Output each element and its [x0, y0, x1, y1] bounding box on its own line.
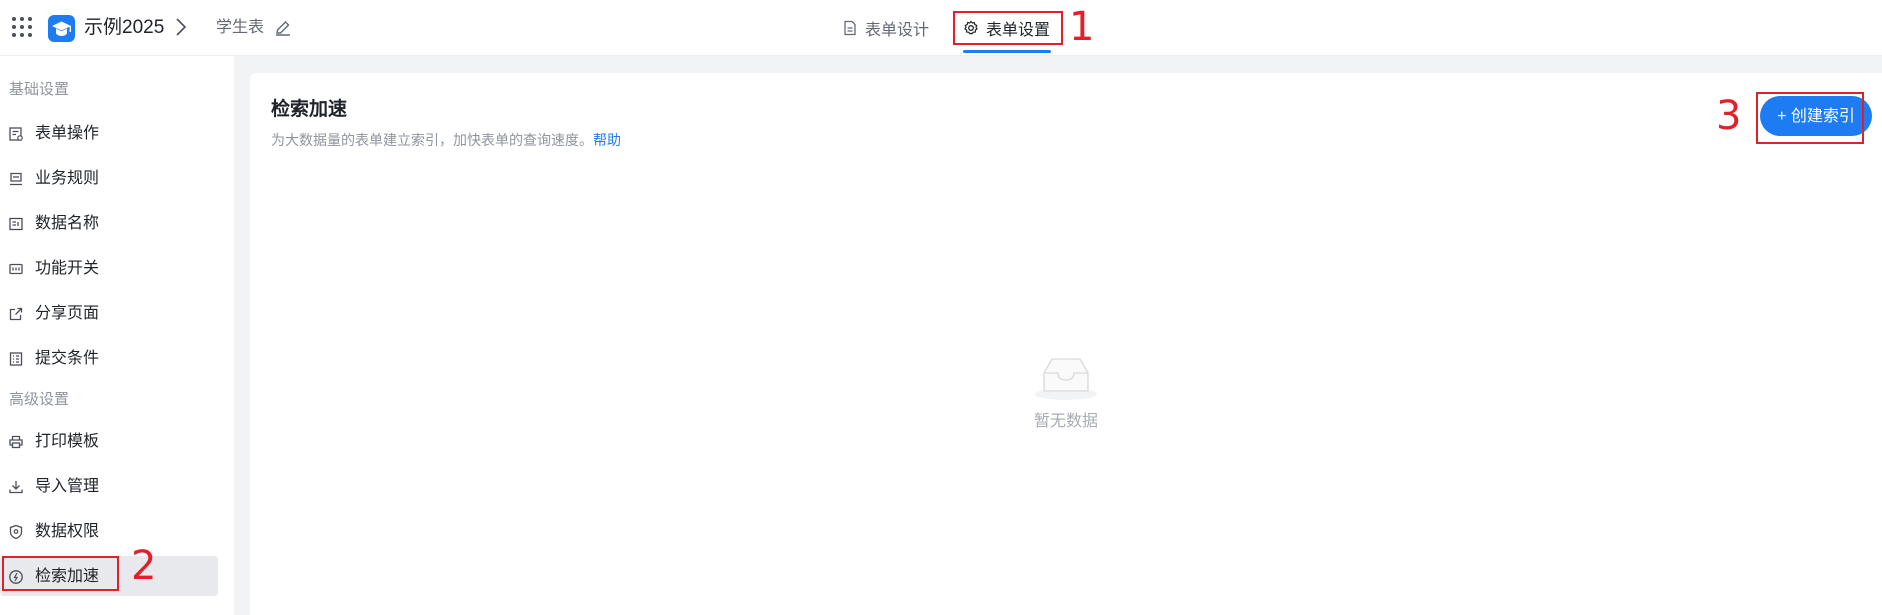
- app-logo-icon: [48, 15, 75, 42]
- document-icon: [844, 20, 856, 36]
- settings-sidebar: 基础设置 表单操作 业务规则 数据名称 功能开关 分享页面 提交条件 高级设置 …: [0, 56, 234, 615]
- sidebar-item-label: 业务规则: [35, 170, 100, 187]
- sidebar-item-label: 提交条件: [35, 350, 100, 367]
- sidebar-item-label: 打印模板: [35, 433, 100, 450]
- sidebar-item-label: 数据名称: [35, 215, 100, 232]
- data-name-icon: [9, 217, 23, 231]
- apps-grid-icon[interactable]: [12, 17, 32, 37]
- tab-form-design-label: 表单设计: [865, 22, 930, 39]
- help-link[interactable]: 帮助: [593, 132, 621, 148]
- empty-state-text: 暂无数据: [1033, 413, 1098, 430]
- description-text: 为大数据量的表单建立索引，加快表单的查询速度。: [271, 132, 593, 148]
- sidebar-item-label: 表单操作: [35, 125, 100, 142]
- sidebar-item-print-template[interactable]: 打印模板: [0, 421, 218, 461]
- sidebar-group-basic: 基础设置: [9, 81, 70, 98]
- page-name[interactable]: 学生表: [216, 17, 264, 39]
- annotation-number-3: 3: [1716, 93, 1742, 139]
- sidebar-item-share-page[interactable]: 分享页面: [0, 293, 218, 333]
- page-description: 为大数据量的表单建立索引，加快表单的查询速度。帮助: [271, 130, 621, 150]
- sidebar-item-label: 数据权限: [35, 523, 100, 540]
- sidebar-item-feature-switch[interactable]: 功能开关: [0, 248, 218, 288]
- sidebar-item-data-permissions[interactable]: 数据权限: [0, 511, 218, 551]
- shield-icon: [9, 524, 23, 540]
- page-title: 检索加速: [271, 99, 348, 120]
- sidebar-item-label: 分享页面: [35, 305, 100, 322]
- top-bar: 示例2025 学生表 表单设计 表单设置: [0, 0, 1882, 56]
- printer-icon: [9, 435, 23, 449]
- sidebar-item-business-rules[interactable]: 业务规则: [0, 158, 218, 198]
- sidebar-item-submit-conditions[interactable]: 提交条件: [0, 338, 218, 378]
- download-icon: [9, 481, 23, 494]
- annotation-number-2: 2: [131, 543, 157, 589]
- annotation-box-2: [2, 556, 119, 591]
- edit-pencil-icon[interactable]: [274, 19, 292, 42]
- chevron-right-icon: [175, 17, 187, 42]
- sidebar-item-form-actions[interactable]: 表单操作: [0, 113, 218, 153]
- checklist-icon: [9, 352, 23, 366]
- empty-inbox-icon: [1035, 358, 1097, 400]
- app-name[interactable]: 示例2025: [84, 15, 164, 41]
- annotation-number-1: 1: [1069, 4, 1095, 50]
- sidebar-group-advanced: 高级设置: [9, 391, 70, 408]
- form-actions-icon: [9, 127, 23, 141]
- sidebar-item-import-management[interactable]: 导入管理: [0, 466, 218, 506]
- annotation-box-3: [1756, 92, 1864, 144]
- sidebar-item-data-name[interactable]: 数据名称: [0, 203, 218, 243]
- annotation-box-1: [953, 11, 1063, 45]
- feature-switch-icon: [9, 263, 23, 275]
- tab-form-design[interactable]: 表单设计: [842, 0, 929, 56]
- sidebar-item-label: 功能开关: [35, 260, 100, 277]
- sidebar-item-label: 导入管理: [35, 478, 100, 495]
- main-content-panel: 检索加速 为大数据量的表单建立索引，加快表单的查询速度。帮助 + 创建索引 暂无…: [250, 73, 1882, 615]
- active-tab-indicator: [963, 50, 1051, 53]
- business-rules-icon: [10, 172, 22, 186]
- share-external-icon: [9, 307, 23, 321]
